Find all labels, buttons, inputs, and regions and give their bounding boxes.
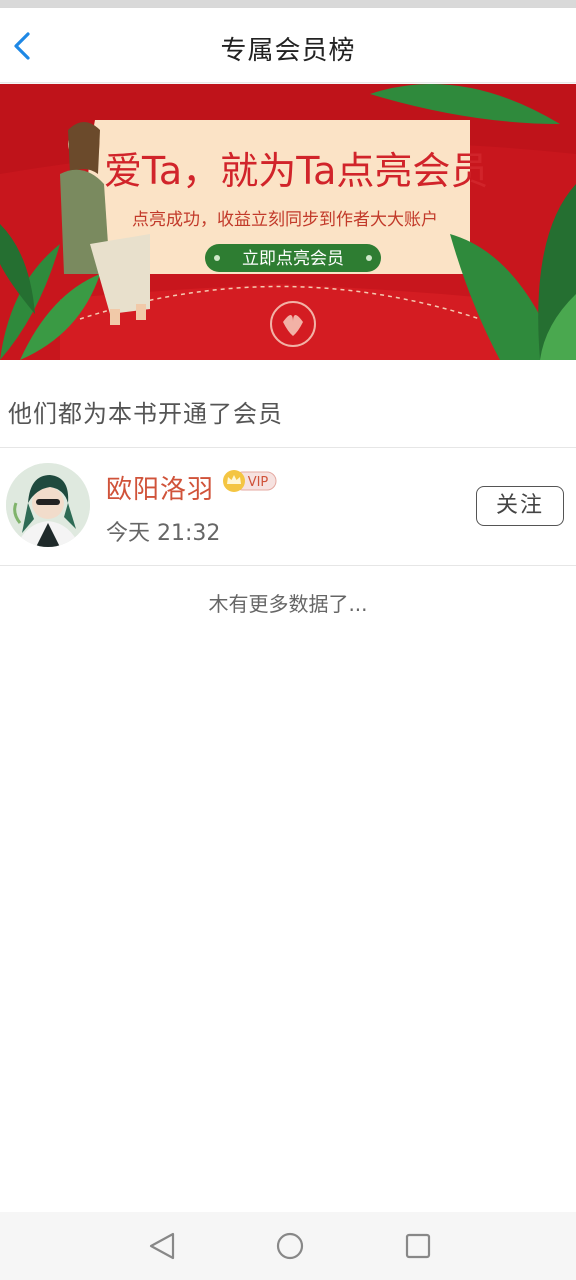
nav-back-button[interactable] (145, 1228, 181, 1264)
divider (0, 565, 576, 566)
circle-home-icon (276, 1232, 304, 1260)
list-end-text: 木有更多数据了... (208, 592, 368, 616)
list-item[interactable]: 欧阳洛羽 VIP 今天 21:32 关注 (0, 449, 576, 565)
vip-badge: VIP (222, 469, 278, 493)
square-recents-icon (405, 1233, 431, 1259)
nav-recents-button[interactable] (400, 1228, 436, 1264)
banner-subline: 点亮成功，收益立刻同步到作者大大账户 (132, 210, 438, 230)
page-title: 专属会员榜 (220, 36, 356, 66)
vip-label: VIP (248, 475, 269, 490)
member-time: 今天 21:32 (106, 521, 221, 546)
top-bar: 专属会员榜 (0, 8, 576, 83)
banner-headline: 爱Ta，就为Ta点亮会员 (104, 149, 488, 193)
banner-cta-button[interactable]: 立即点亮会员 (242, 249, 344, 269)
section-heading: 他们都为本书开通了会员 (8, 400, 283, 428)
promo-banner[interactable]: 爱Ta，就为Ta点亮会员 点亮成功，收益立刻同步到作者大大账户 立即点亮会员 (0, 84, 576, 360)
nav-home-button[interactable] (272, 1228, 308, 1264)
follow-button[interactable]: 关注 (476, 486, 564, 526)
member-name[interactable]: 欧阳洛羽 (106, 469, 214, 506)
avatar[interactable] (6, 463, 90, 547)
status-bar (0, 0, 576, 8)
triangle-back-icon (149, 1232, 175, 1260)
divider (0, 447, 576, 448)
system-nav-bar (0, 1212, 576, 1280)
